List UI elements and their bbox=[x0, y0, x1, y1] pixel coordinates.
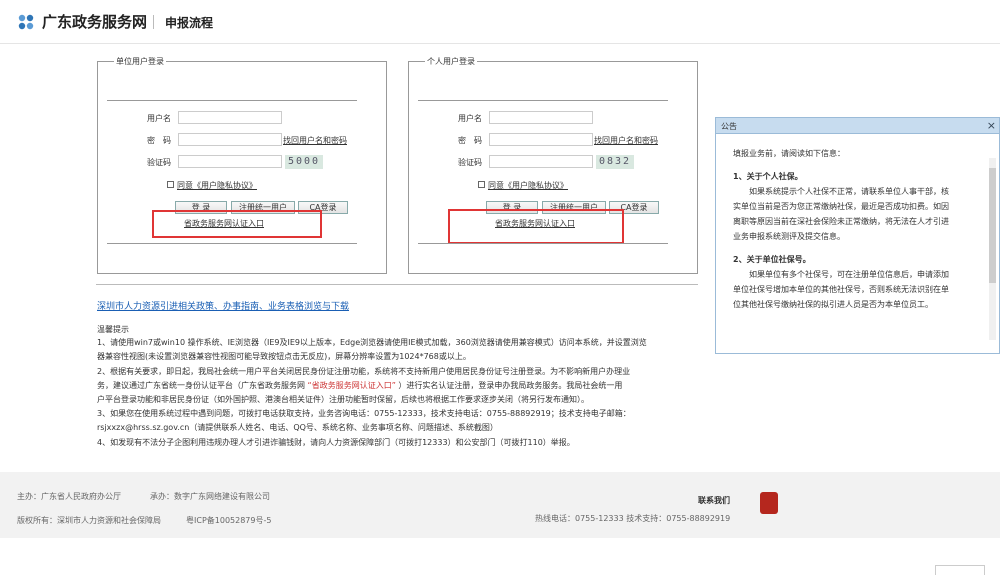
tip-line: 2、根据有关要求，即日起，我局社会统一用户平台关闭居民身份证注册功能，系统将不支… bbox=[97, 367, 631, 376]
page-title: 申报流程 bbox=[165, 16, 214, 30]
personal-password-label: 密 码 bbox=[458, 136, 482, 145]
policy-download-link[interactable]: 深圳市人力资源引进相关政策、办事指南、业务表格浏览与下载 bbox=[97, 299, 349, 312]
notice-line: 离职等原因当前在深社会保险未正常缴纳，将无法在人才引进 bbox=[733, 217, 949, 226]
unit-password-label: 密 码 bbox=[147, 136, 171, 145]
unit-agree-label[interactable]: 同意《用户隐私协议》 bbox=[177, 180, 257, 191]
notice-section-title: 1、关于个人社保。 bbox=[733, 172, 803, 181]
personal-login-bottom-line bbox=[418, 243, 668, 244]
footer-hotline: 热线电话：0755-12333 技术支持：0755-88892919 bbox=[535, 514, 731, 523]
unit-username-input[interactable] bbox=[178, 111, 282, 124]
government-badge-icon[interactable] bbox=[760, 492, 778, 514]
notice-line: 位其他社保号缴纳社保的拟引进人员是否为本单位员工。 bbox=[733, 300, 933, 309]
guangdong-logo-icon bbox=[18, 14, 34, 30]
site-name[interactable]: 广东政务服务网 bbox=[42, 11, 147, 32]
tip-text: 务，建议通过广东省统一身份认证平台（广东省政务服务网 bbox=[97, 381, 305, 390]
personal-captcha-label: 验证码 bbox=[458, 158, 482, 167]
personal-username-input[interactable] bbox=[489, 111, 593, 124]
personal-agree-label[interactable]: 同意《用户隐私协议》 bbox=[488, 180, 568, 191]
unit-gov-auth-highlight bbox=[152, 210, 322, 238]
notice-body: 填报业务前，请阅读如下信息： 1、关于个人社保。 如果系统提示个人社保不正常，请… bbox=[733, 146, 978, 312]
footer-undertaker: 承办：数字广东网络建设有限公司 bbox=[150, 492, 270, 501]
unit-agree-checkbox[interactable] bbox=[167, 181, 174, 188]
tip-line: 1、请使用win7或win10 操作系统、IE浏览器（IE9及IE9以上版本，E… bbox=[97, 338, 647, 347]
personal-gov-auth-highlight bbox=[448, 209, 624, 244]
notice-title: 公告 bbox=[721, 122, 737, 131]
unit-login-legend: 单位用户登录 bbox=[116, 57, 164, 66]
bottom-tab[interactable] bbox=[935, 565, 985, 575]
personal-password-input[interactable] bbox=[489, 133, 593, 146]
notice-header: 公告 × bbox=[716, 118, 999, 134]
unit-captcha-label: 验证码 bbox=[147, 158, 171, 167]
footer-copyright: 版权所有：深圳市人力资源和社会保障局 bbox=[17, 516, 161, 525]
footer: 主办：广东省人民政府办公厅 承办：数字广东网络建设有限公司 版权所有：深圳市人力… bbox=[0, 472, 1000, 538]
tip-line-with-highlight: 务，建议通过广东省统一身份认证平台（广东省政务服务网 “省政务服务网认证入口” … bbox=[97, 379, 622, 392]
notice-scrollbar[interactable] bbox=[989, 158, 996, 340]
personal-login-top-line bbox=[418, 100, 668, 101]
tip-line: 器兼容性视图(未设置浏览器兼容性视图可能导致按钮点击无反应)，屏幕分辨率设置为1… bbox=[97, 352, 471, 361]
tips-title: 温馨提示 bbox=[97, 325, 129, 334]
unit-captcha-input[interactable] bbox=[178, 155, 282, 168]
unit-password-input[interactable] bbox=[178, 133, 282, 146]
notice-intro: 填报业务前，请阅读如下信息： bbox=[733, 149, 845, 158]
unit-username-label: 用户名 bbox=[147, 114, 171, 123]
unit-login-top-line bbox=[107, 100, 357, 101]
notice-line: 如果单位有多个社保号，可在注册单位信息后，申请添加 bbox=[749, 270, 949, 279]
section-divider bbox=[96, 284, 698, 285]
tip-line: 户平台登录功能和非居民身份证（如外国护照、港澳台相关证件）注册功能暂时保留，后续… bbox=[97, 395, 589, 404]
personal-login-legend: 个人用户登录 bbox=[427, 57, 475, 66]
tip-line: rsjxxzx@hrss.sz.gov.cn（请提供联系人姓名、电话、QQ号、系… bbox=[97, 423, 498, 432]
personal-forgot-link[interactable]: 找回用户名和密码 bbox=[594, 135, 658, 146]
tip-line: 3、如果您在使用系统过程中遇到问题，可拨打电话获取支持，业务咨询电话：0755-… bbox=[97, 409, 631, 418]
notice-line: 如果系统提示个人社保不正常，请联系单位人事干部，核 bbox=[749, 187, 949, 196]
personal-captcha-input[interactable] bbox=[489, 155, 593, 168]
personal-captcha-image[interactable]: 0832 bbox=[596, 155, 635, 169]
personal-agree-checkbox[interactable] bbox=[478, 181, 485, 188]
personal-username-label: 用户名 bbox=[458, 114, 482, 123]
notice-dialog: 公告 × 填报业务前，请阅读如下信息： 1、关于个人社保。 如果系统提示个人社保… bbox=[715, 117, 1000, 354]
tip-text: ）进行实名认证注册，登录申办我局政务服务。我局社会统一用 bbox=[398, 381, 623, 390]
footer-icp[interactable]: 粤ICP备10052879号-5 bbox=[186, 515, 271, 526]
notice-line: 单位社保号增加本单位的其他社保号，否则系统无法识别在单 bbox=[733, 285, 949, 294]
notice-line: 业务申报系统测评及提交信息。 bbox=[733, 232, 845, 241]
close-icon[interactable]: × bbox=[987, 119, 996, 132]
unit-login-bottom-line bbox=[107, 243, 357, 244]
notice-scroll-thumb[interactable] bbox=[989, 168, 996, 283]
header-divider bbox=[153, 15, 154, 29]
top-bar: 广东政务服务网 申报流程 bbox=[0, 0, 1000, 44]
notice-line: 实单位当前是否为您正常缴纳社保，最近是否成功扣费。如因 bbox=[733, 202, 949, 211]
contact-us-link[interactable]: 联系我们 bbox=[698, 495, 730, 506]
tip-line: 4、如发现有不法分子企图利用违规办理人才引进诈骗钱财，请向人力资源保障部门（可拨… bbox=[97, 438, 575, 447]
tip-highlight-text: “省政务服务网认证入口” bbox=[307, 381, 396, 390]
footer-sponsor: 主办：广东省人民政府办公厅 bbox=[17, 492, 121, 501]
unit-captcha-image[interactable]: 5000 bbox=[285, 155, 324, 169]
unit-forgot-link[interactable]: 找回用户名和密码 bbox=[283, 135, 347, 146]
notice-section-title: 2、关于单位社保号。 bbox=[733, 255, 811, 264]
